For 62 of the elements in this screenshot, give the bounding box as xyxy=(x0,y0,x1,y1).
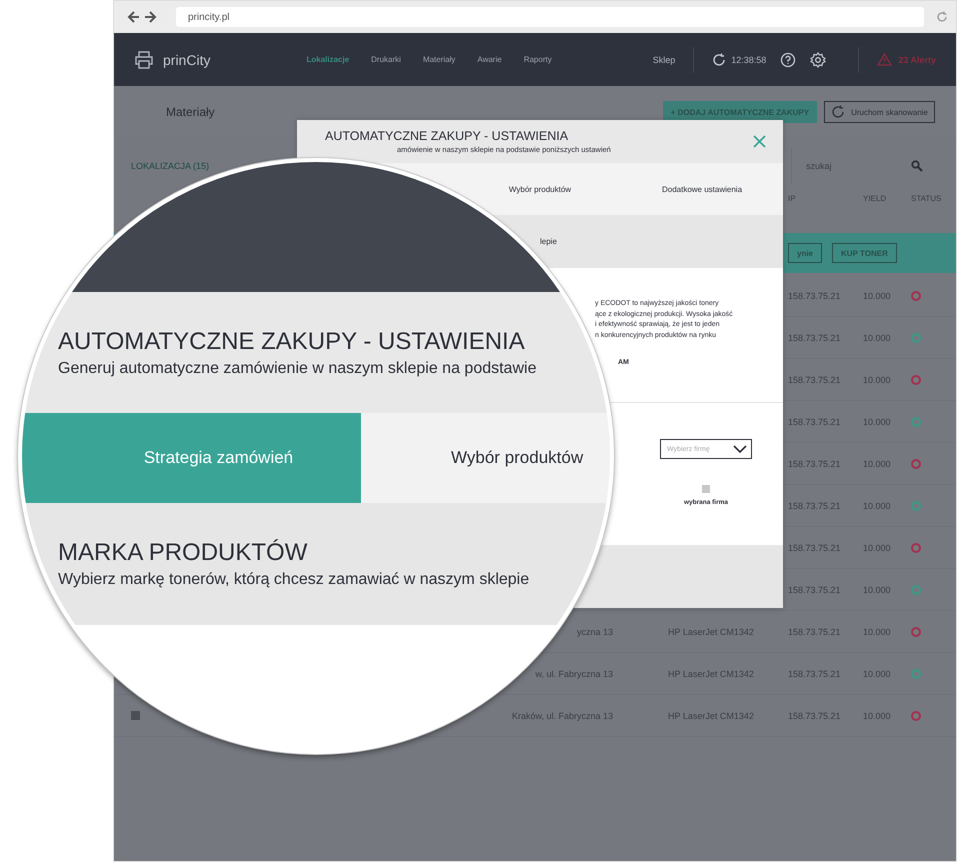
table-cell-text: 10.000 xyxy=(863,710,892,720)
column-header: STATUS xyxy=(911,194,942,202)
table-cell-text: 10.000 xyxy=(863,290,892,300)
table-cell-text: 158.73.75.21 xyxy=(788,542,842,552)
reload-icon[interactable] xyxy=(936,11,948,23)
table-cell-text: HP LaserJet CM1342 xyxy=(668,626,755,636)
table-cell: yczna 13 xyxy=(576,626,613,636)
dialog-tab[interactable]: Strategia zamówień xyxy=(22,413,361,503)
row-checkbox[interactable] xyxy=(131,711,140,720)
scan-button[interactable]: Uruchom skanowanie xyxy=(824,101,935,123)
brand-name: prinCity xyxy=(163,52,210,68)
nav-link[interactable]: Lokalizacje xyxy=(306,55,350,64)
section-subtitle: Wybierz markę tonerów, którą chcesz zamawiać w naszym sklepie xyxy=(58,571,530,589)
table-cell-text: 10.000 xyxy=(863,458,892,468)
address-field[interactable]: princity.pl xyxy=(176,7,924,27)
column-header: YIELD xyxy=(863,194,888,202)
clock-time: 12:38:58 xyxy=(731,54,766,64)
section-title: MARKA PRODUKTÓW xyxy=(58,539,308,567)
dialog-title: AUTOMATYCZNE ZAKUPY - USTAWIENIA xyxy=(58,328,525,356)
dialog-title: AUTOMATYCZNE ZAKUPY - USTAWIENIA xyxy=(325,129,570,143)
page-title: Materiały xyxy=(166,105,216,119)
refresh-icon[interactable] xyxy=(712,52,726,66)
table-cell-text: HP LaserJet CM1342 xyxy=(668,668,755,678)
nav-link[interactable]: Raporty xyxy=(524,55,552,64)
table-cell-text: 158.73.75.21 xyxy=(788,332,842,342)
table-cell-text: 10.000 xyxy=(863,542,892,552)
table-cell-text: 158.73.75.21 xyxy=(788,710,842,720)
table-cell-text: 158.73.75.21 xyxy=(788,416,842,426)
close-icon[interactable] xyxy=(753,135,766,148)
table-cell-text: HP LaserJet CM1342 xyxy=(668,710,755,720)
table-cell-text: 158.73.75.21 xyxy=(788,668,842,678)
table-cell-text: 10.000 xyxy=(863,374,892,384)
table-cell-text: 158.73.75.21 xyxy=(788,500,842,510)
table-cell-text: 10.000 xyxy=(863,668,892,678)
dialog-subtitle: Generuj automatyczne zamówienie w naszym sklepie na podstawie xyxy=(58,360,536,378)
table-cell: w, ul. Fabryczna 13 xyxy=(535,668,613,678)
table-cell-text: 10.000 xyxy=(863,332,892,342)
table-cell-text: 10.000 xyxy=(863,500,892,510)
table-cell-text: 158.73.75.21 xyxy=(788,374,842,384)
nav-link[interactable]: Awarie xyxy=(477,55,502,64)
refresh-icon xyxy=(831,105,846,119)
section-subtitle: lepie xyxy=(540,237,557,246)
help-icon[interactable] xyxy=(780,52,796,68)
table-cell-text: 10.000 xyxy=(863,584,892,594)
column-header: IP xyxy=(788,194,797,202)
table-cell-text: 158.73.75.21 xyxy=(788,584,842,594)
table-cell-text: 10.000 xyxy=(863,416,892,426)
search-icon[interactable] xyxy=(911,160,923,172)
back-forward-icon[interactable] xyxy=(126,10,158,24)
shop-link[interactable]: Sklep xyxy=(652,54,676,64)
brand-placeholder-icon xyxy=(702,485,710,493)
table-cell-text: 158.73.75.21 xyxy=(788,458,842,468)
nav-link[interactable]: Materiały xyxy=(422,55,456,64)
table-cell-text: 10.000 xyxy=(863,626,892,636)
table-cell-text: 158.73.75.21 xyxy=(788,626,842,636)
settings-icon[interactable] xyxy=(810,52,826,68)
table-cell: Kraków, ul. Fabryczna 13 xyxy=(512,710,613,720)
dialog-tab[interactable]: Dodatkowe ustawienia xyxy=(658,182,746,196)
table-cell-text: 158.73.75.21 xyxy=(788,290,842,300)
printer-icon xyxy=(134,50,154,68)
chevron-down-icon xyxy=(733,445,747,453)
nav-link[interactable]: Drukarki xyxy=(371,55,401,64)
